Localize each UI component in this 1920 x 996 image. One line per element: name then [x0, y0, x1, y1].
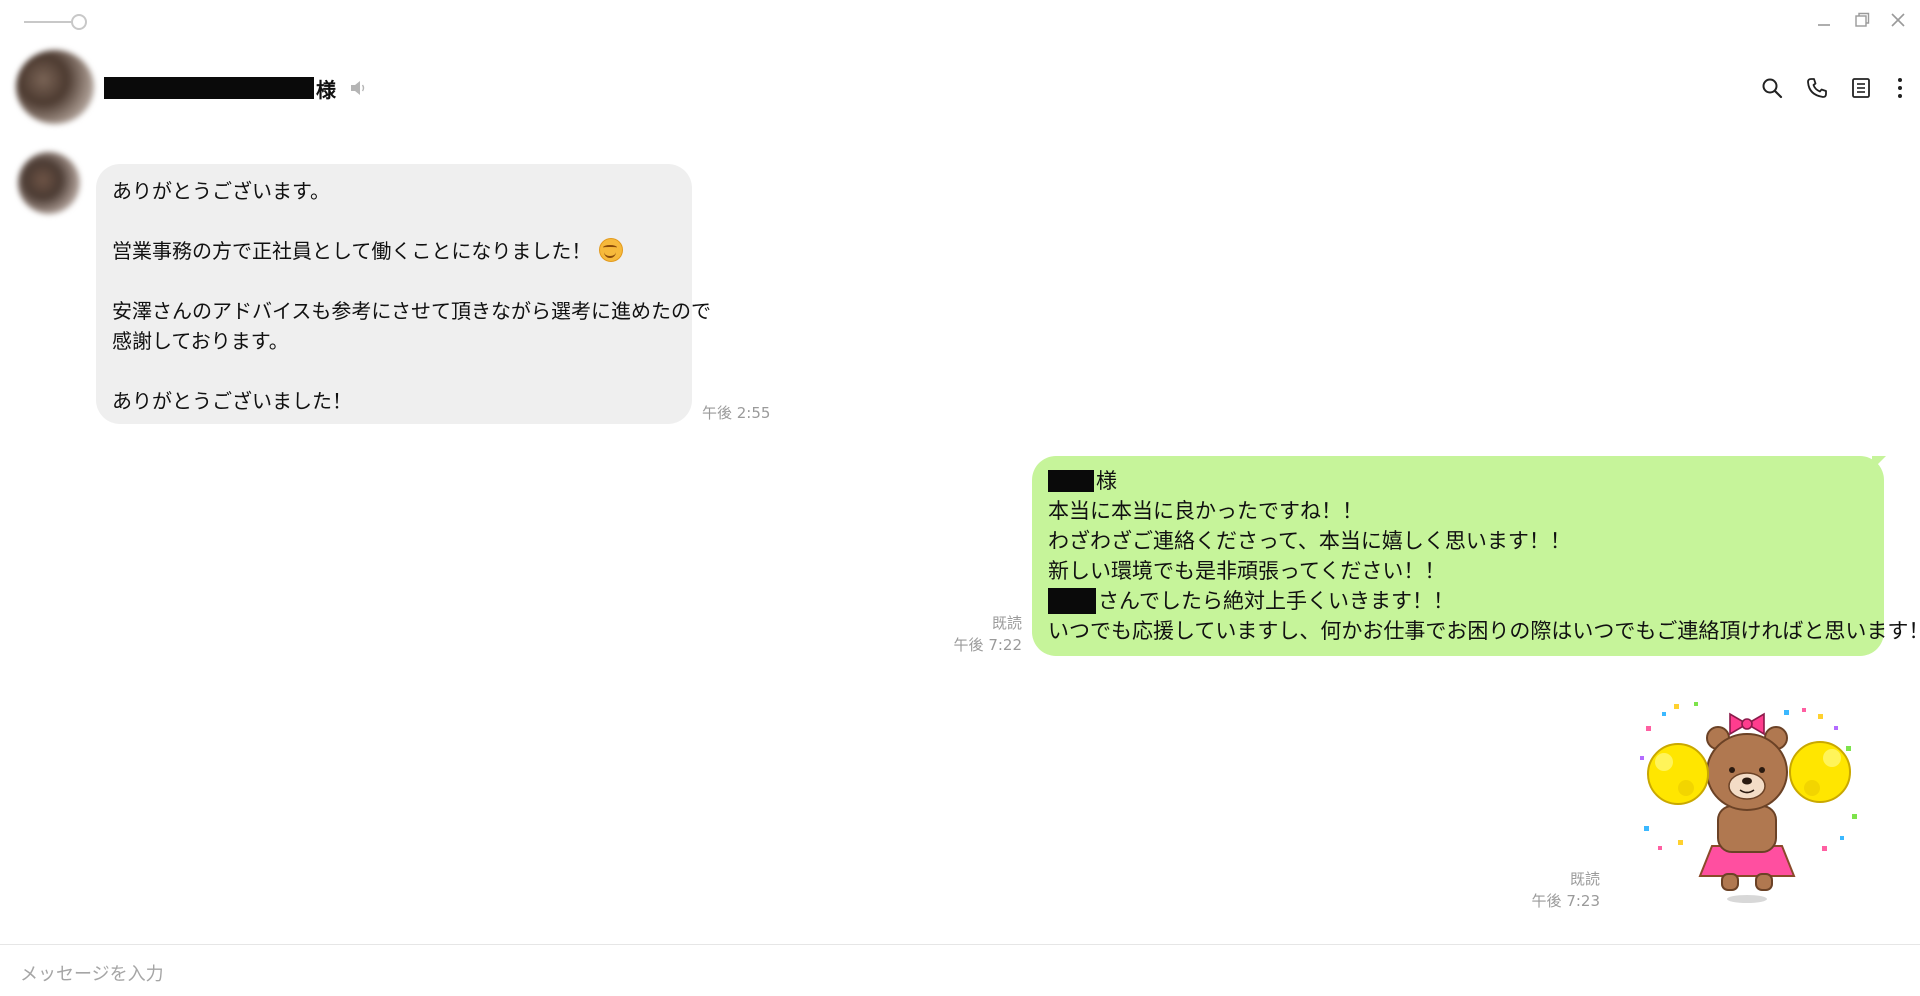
pin-icon[interactable]: [24, 14, 87, 30]
pompom-left: [1647, 743, 1709, 805]
sticker-timestamp: 午後 7:23: [1531, 892, 1600, 910]
chat-header: 様: [0, 44, 1920, 128]
message-line: 新しい環境でも是非頑張ってください！！: [1048, 559, 1446, 583]
message-line: ありがとうございます。: [112, 179, 330, 203]
maximize-icon[interactable]: [1848, 8, 1876, 32]
smile-emoji-icon: [599, 238, 624, 262]
message-line: いつでも応援していますし、何かお仕事でお困りの際はいつでもご連絡頂ければと思いま…: [1048, 619, 1920, 643]
contact-name-suffix: 様: [316, 77, 336, 102]
incoming-message-bubble[interactable]: ありがとうございます。 営業事務の方で正社員として働くことになりました！ 安澤さ…: [96, 164, 711, 424]
incoming-timestamp: 午後 2:55: [702, 404, 771, 422]
outgoing-message-bubble[interactable]: 様 本当に本当に良かったですね！！ わざわざご連絡くださって、本当に嬉しく思いま…: [1032, 456, 1920, 656]
message-line: 様: [1048, 466, 1868, 496]
read-status: 既読: [1569, 870, 1600, 888]
message-line: 安澤さんのアドバイスも参考にさせて頂きながら選考に進めたので: [112, 299, 711, 323]
message-text: 営業事務の方で正社員として働くことになりました！: [112, 239, 592, 263]
search-icon[interactable]: [1758, 74, 1786, 102]
message-text: さんでしたら絶対上手くいきます！！: [1098, 589, 1454, 613]
message-line: 本当に本当に良かったですね！！: [1048, 499, 1363, 523]
close-icon[interactable]: [1884, 8, 1912, 32]
bubble-tail: [1872, 456, 1886, 470]
input-divider: [0, 944, 1920, 945]
sticker-shadow: [1727, 895, 1767, 903]
outgoing-timestamp: 午後 7:22: [953, 636, 1022, 654]
message-line: 営業事務の方で正社員として働くことになりました！: [112, 236, 676, 266]
title-bar: [0, 0, 1920, 40]
pin-track: [24, 21, 72, 23]
cheerleader-bear-sticker[interactable]: [1634, 696, 1864, 906]
message-input[interactable]: [18, 956, 1902, 992]
redacted-name: [1048, 588, 1096, 614]
message-line: わざわざご連絡くださって、本当に嬉しく思います！！: [1048, 529, 1571, 553]
message-line: ありがとうございました！: [112, 389, 352, 413]
minimize-icon[interactable]: [1810, 8, 1838, 32]
outgoing-meta: 既読 午後 7:22: [954, 612, 1022, 656]
more-icon[interactable]: [1886, 74, 1914, 102]
pompom-right: [1789, 741, 1851, 803]
message-line: さんでしたら絶対上手くいきます！！: [1048, 586, 1868, 616]
phone-icon[interactable]: [1803, 74, 1831, 102]
sticker-meta: 既読 午後 7:23: [1532, 868, 1600, 912]
mute-icon: [351, 81, 365, 95]
notes-icon[interactable]: [1847, 74, 1875, 102]
read-status: 既読: [991, 614, 1022, 632]
redacted-name: [1048, 470, 1094, 492]
pin-knob: [71, 14, 87, 30]
sender-avatar[interactable]: [18, 152, 80, 214]
contact-avatar[interactable]: [16, 50, 94, 124]
contact-name: 様: [104, 74, 368, 102]
redacted-name: [104, 77, 314, 99]
message-text: 様: [1096, 469, 1117, 493]
message-line: 感謝しております。: [112, 329, 289, 353]
